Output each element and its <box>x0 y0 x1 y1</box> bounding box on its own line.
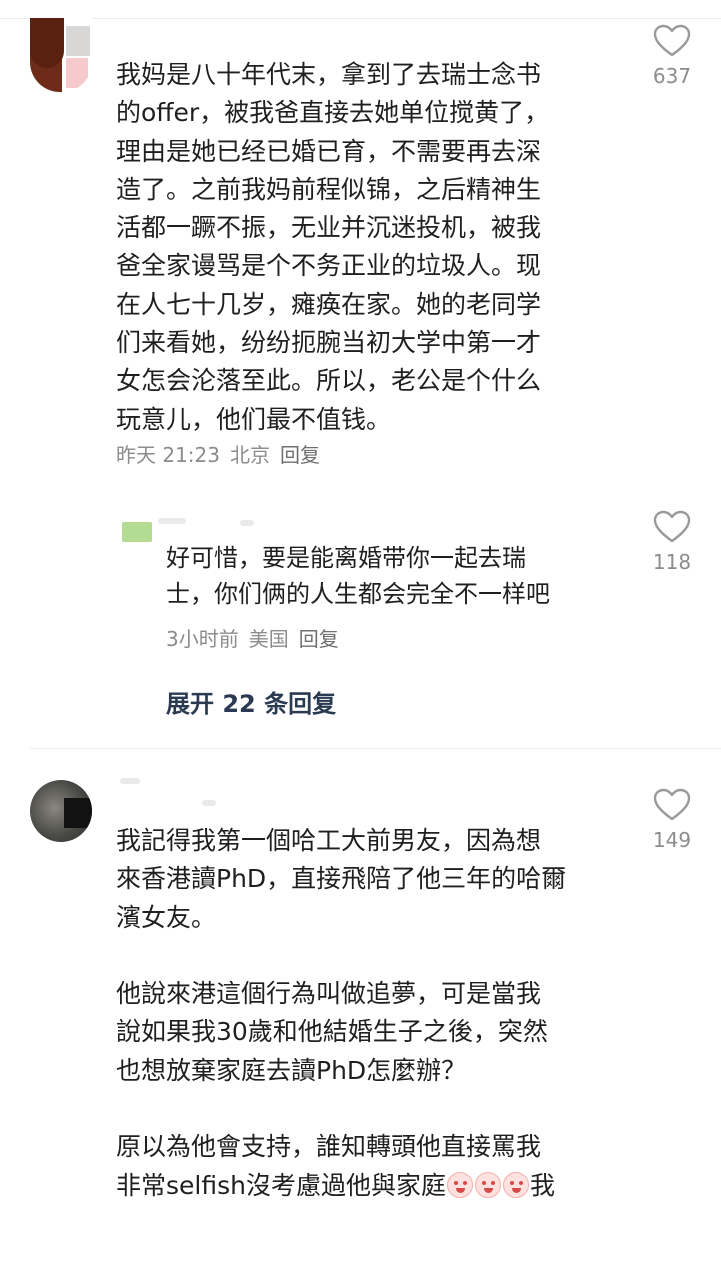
comment-line: 也想放棄家庭去讀PhD怎麼辦？ <box>116 1055 467 1085</box>
comment-line <box>116 1090 616 1128</box>
comment-line: 玩意儿，他们最不值钱。 <box>116 404 392 434</box>
comment-line: 我記得我第一個哈工大前男友，因為想 <box>116 826 542 855</box>
reply-body: 好可惜，要是能离婚带你一起去瑞 士，你们俩的人生都会完全不一样吧 <box>166 540 626 612</box>
comment-line: 非常selfish沒考慮過他與家庭 <box>116 1170 446 1200</box>
reply-line: 士，你们俩的人生都会完全不一样吧 <box>166 580 550 608</box>
comment-line: 濱女友。 <box>116 902 217 932</box>
comment-location: 北京 <box>230 443 270 467</box>
like-button[interactable]: 637 <box>642 24 702 88</box>
avatar[interactable] <box>30 18 92 92</box>
comment-line: 來香港讀PhD，直接飛陪了他三年的哈爾 <box>116 864 567 894</box>
reply-meta: 3小时前 美国 回复 <box>166 626 349 652</box>
reply-location: 美国 <box>248 627 289 651</box>
comment-line: 原以為他會支持，誰知轉頭他直接罵我 <box>116 1132 542 1162</box>
top-divider <box>0 18 721 19</box>
reply-time: 3小时前 <box>166 627 239 651</box>
reply-button[interactable]: 回复 <box>280 443 320 467</box>
comment-line: 的offer，被我爸直接去她单位搅黄了， <box>116 98 550 128</box>
comment-line-last: 非常selfish沒考慮過他與家庭 我 <box>116 1167 616 1205</box>
avatar[interactable] <box>30 780 92 842</box>
reply-like-button[interactable]: 118 <box>642 510 702 574</box>
reply-button[interactable]: 回复 <box>299 627 339 651</box>
crying-emoji-icon <box>502 1171 529 1198</box>
reply-avatar[interactable] <box>122 518 154 542</box>
crying-emoji-icon <box>446 1171 473 1198</box>
comment-line: 他說來港這個行為叫做追夢，可是當我 <box>116 979 542 1009</box>
section-divider <box>30 748 721 749</box>
heart-icon <box>653 788 691 821</box>
username-tag <box>240 520 254 526</box>
comment-line: 說如果我30歲和他結婚生子之後，突然 <box>116 1017 548 1047</box>
expand-replies-button[interactable]: 展开 22 条回复 <box>166 684 336 719</box>
heart-icon <box>653 24 691 57</box>
comment-line: 活都一蹶不振，无业并沉迷投机，被我 <box>116 213 542 243</box>
heart-icon <box>653 510 691 543</box>
comment-meta: 昨天 21:23 北京 回复 <box>116 442 330 468</box>
comment-time: 昨天 21:23 <box>116 443 220 467</box>
comment-body: 我妈是八十年代末，拿到了去瑞士念书 的offer，被我爸直接去她单位搅黄了， 理… <box>116 56 616 439</box>
comment-line: 在人七十几岁，瘫痪在家。她的老同学 <box>116 289 542 319</box>
like-button[interactable]: 149 <box>642 788 702 852</box>
comment-line <box>116 937 616 975</box>
comment-line: 造了。之前我妈前程似锦，之后精神生 <box>116 174 542 204</box>
comment-line: 理由是她已经已婚已育，不需要再去深 <box>116 136 542 166</box>
comment-body: 我記得我第一個哈工大前男友，因為想 來香港讀PhD，直接飛陪了他三年的哈爾 濱女… <box>116 822 616 1205</box>
comment-line: 们来看她，纷纷扼腕当初大学中第一才 <box>116 328 542 358</box>
comment-trailing-text: 我 <box>529 1170 555 1200</box>
crying-emoji-icon <box>474 1171 501 1198</box>
comment-line: 我妈是八十年代末，拿到了去瑞士念书 <box>116 60 542 89</box>
comment-line: 女怎会沦落至此。所以，老公是个什么 <box>116 366 542 396</box>
like-count: 637 <box>652 64 692 88</box>
username <box>158 518 186 524</box>
reply-line: 好可惜，要是能离婚带你一起去瑞 <box>166 544 526 572</box>
comment-line: 爸全家谩骂是个不务正业的垃圾人。现 <box>116 251 542 281</box>
like-count: 118 <box>652 550 692 574</box>
like-count: 149 <box>652 828 692 852</box>
username-tag <box>202 800 216 806</box>
username <box>120 778 140 784</box>
